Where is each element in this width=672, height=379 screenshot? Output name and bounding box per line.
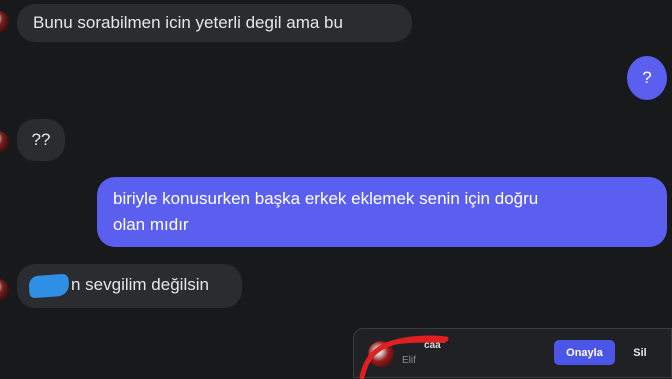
incoming-message[interactable]: Bunu sorabilmen icin yeterli degil ama b… <box>17 4 412 42</box>
sender-avatar[interactable] <box>0 279 9 301</box>
outgoing-message[interactable]: biriyle konusurken başka erkek eklemek s… <box>97 177 667 247</box>
incoming-message[interactable]: n sevgilim değilsin <box>17 264 242 308</box>
sender-avatar[interactable] <box>0 11 9 33</box>
message-text-line: biriyle konusurken başka erkek eklemek s… <box>113 189 539 208</box>
message-request-bar: caa Elif Onayla Sil <box>353 328 672 379</box>
requester-name: caa <box>424 340 441 351</box>
message-text-line: olan mıdır <box>113 215 189 234</box>
requester-subtitle: Elif <box>402 355 416 366</box>
requester-avatar[interactable] <box>368 341 394 367</box>
outgoing-message[interactable]: ? <box>627 56 667 100</box>
message-text: ?? <box>31 130 51 149</box>
delete-button[interactable]: Sil <box>622 340 658 365</box>
incoming-message[interactable]: ?? <box>17 119 65 161</box>
approve-button[interactable]: Onayla <box>554 340 615 365</box>
message-text: ? <box>642 68 652 87</box>
message-text: Bunu sorabilmen icin yeterli degil ama b… <box>33 13 343 32</box>
sender-avatar[interactable] <box>0 131 9 153</box>
message-text: n sevgilim değilsin <box>71 275 209 294</box>
redaction-scribble <box>28 273 70 298</box>
